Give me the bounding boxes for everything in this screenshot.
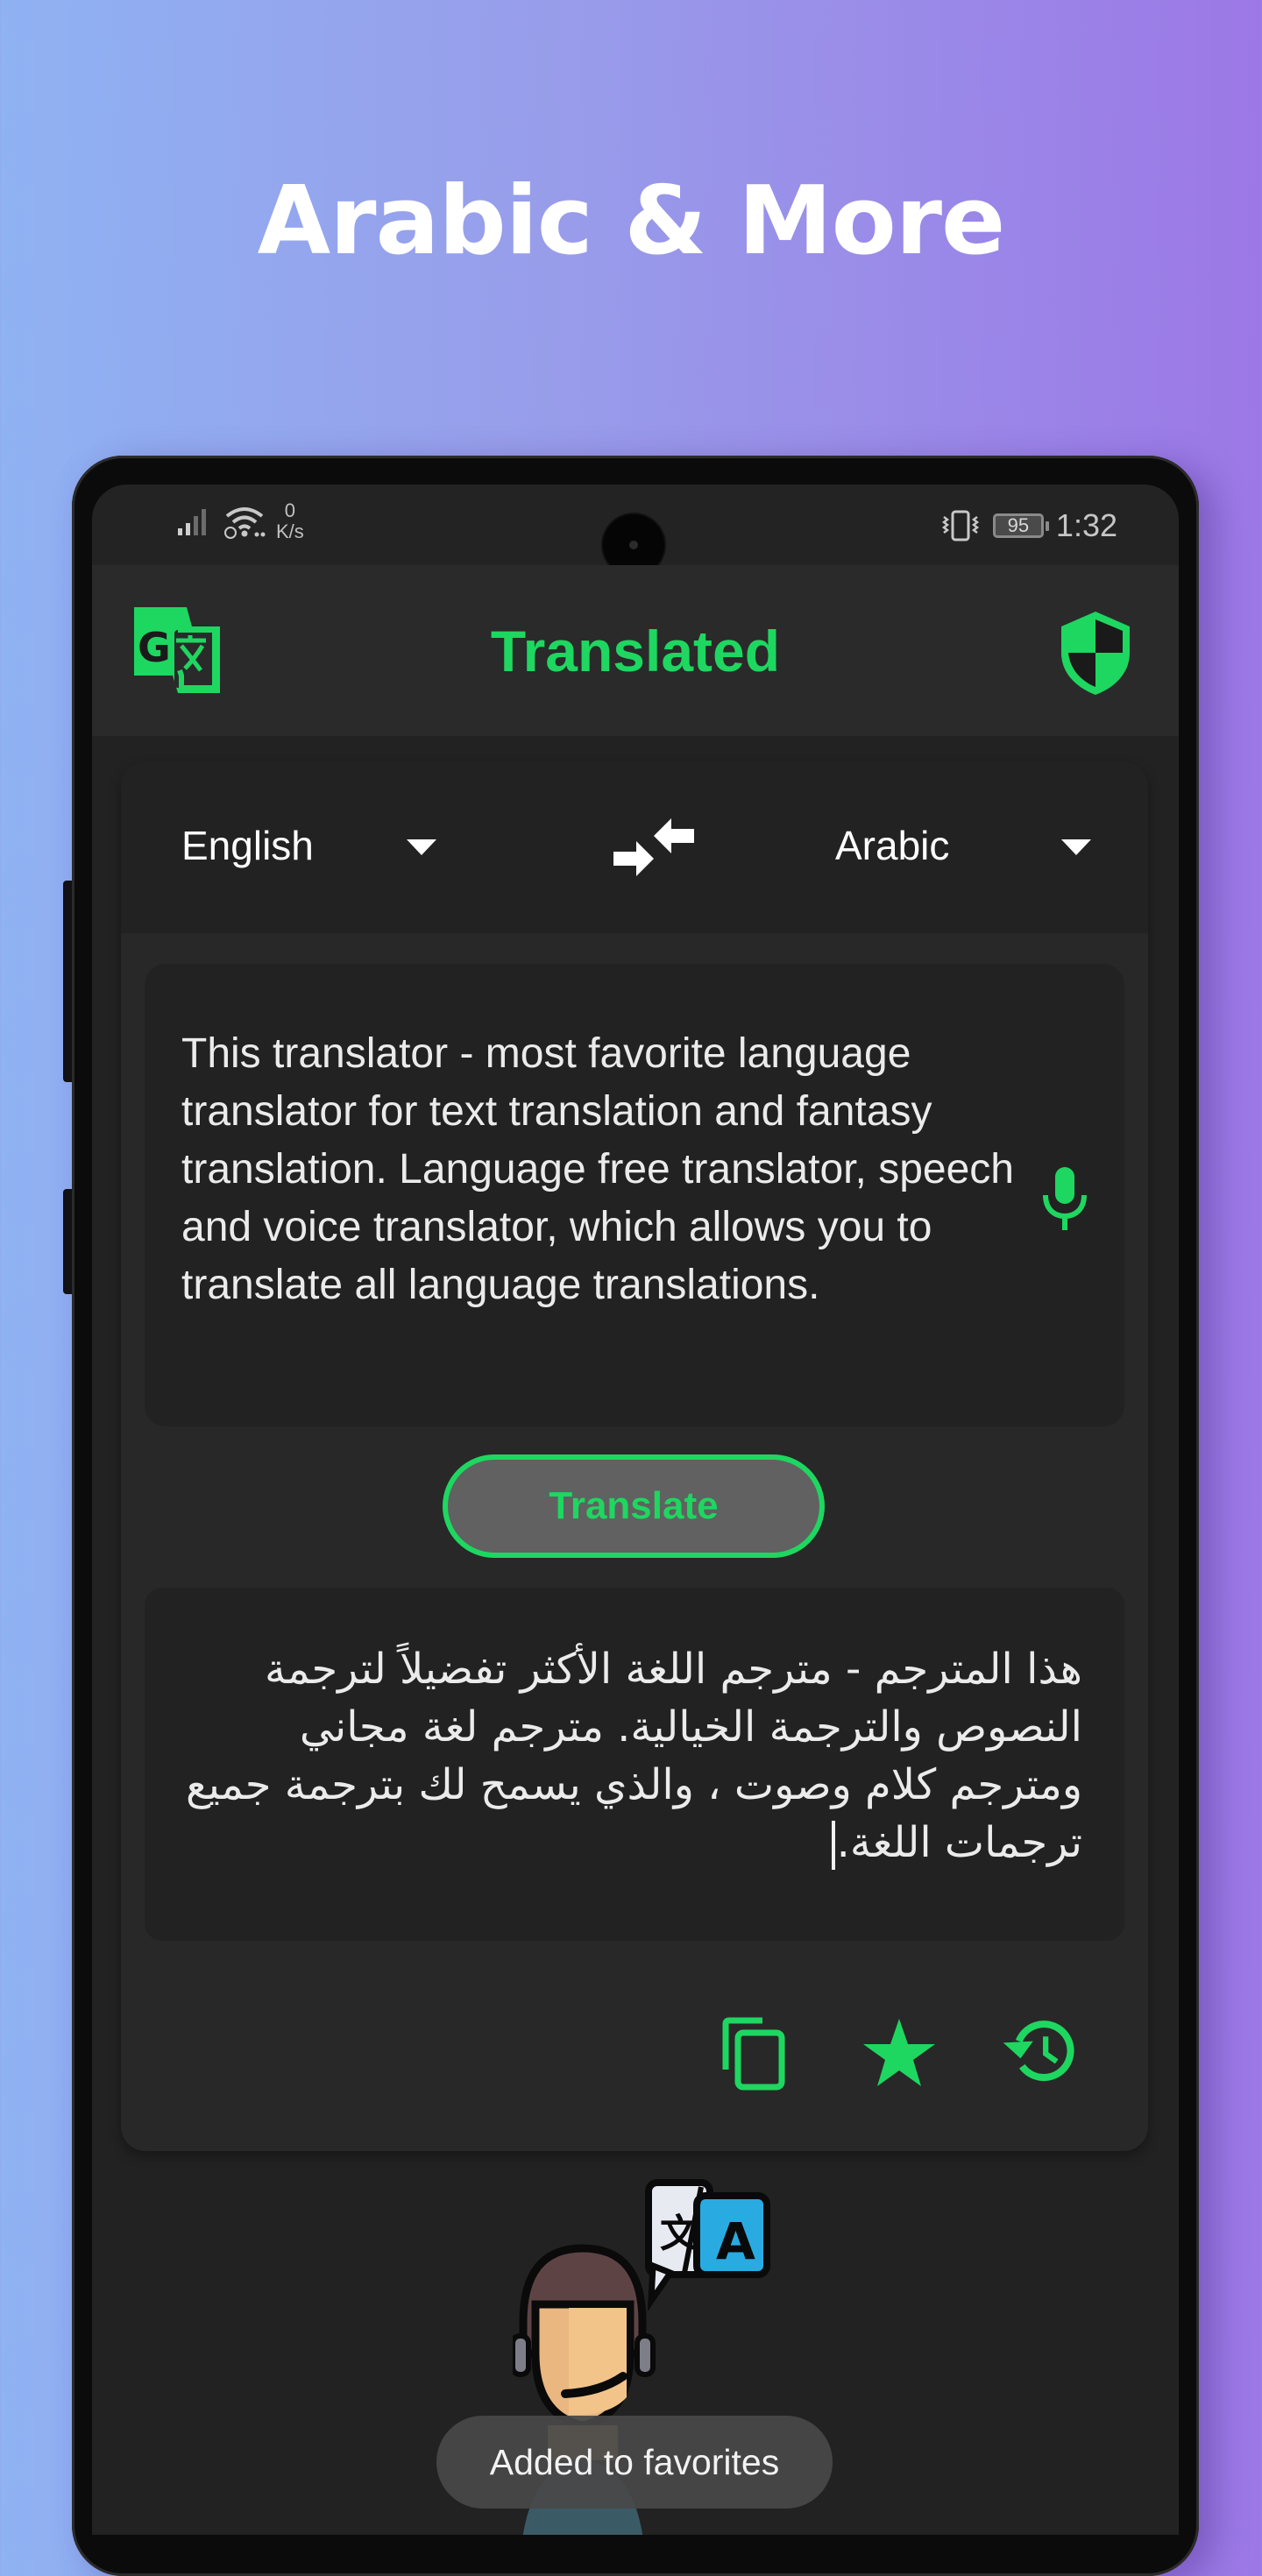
output-actions (121, 2015, 1148, 2103)
translated-text[interactable]: هذا المترجم - مترجم اللغة الأكثر تفضيلاً… (171, 1640, 1082, 1872)
source-language-select[interactable]: English (181, 822, 314, 869)
app-screen: 0 K/s 95 1:32 G Translated English Arabi… (92, 485, 1179, 2535)
chevron-down-icon[interactable] (1061, 839, 1091, 855)
status-time: 1:32 (1055, 507, 1117, 543)
microphone-icon[interactable] (1039, 1164, 1091, 1234)
translator-card: English Arabic This translator - most fa… (121, 762, 1148, 2151)
target-language-select[interactable]: Arabic (835, 822, 949, 869)
toast-notification: Added to favorites (436, 2416, 833, 2509)
source-text[interactable]: This translator - most favorite language… (181, 1025, 1014, 1314)
translated-text-output[interactable]: هذا المترجم - مترجم اللغة الأكثر تفضيلاً… (145, 1588, 1124, 1941)
translate-button[interactable]: Translate (443, 1454, 825, 1558)
chevron-down-icon[interactable] (407, 839, 436, 855)
svg-text:文: 文 (660, 2212, 698, 2256)
swap-arrows-icon[interactable] (612, 813, 696, 881)
copy-icon[interactable] (717, 2015, 792, 2091)
signal-icon (178, 509, 206, 535)
text-caret (831, 1821, 835, 1870)
app-bar: G Translated (92, 565, 1179, 736)
battery-indicator: 95 (992, 513, 1049, 538)
app-title: Translated (490, 619, 781, 683)
svg-text:A: A (716, 2212, 755, 2271)
wifi-icon (224, 507, 266, 539)
source-text-input[interactable]: This translator - most favorite language… (145, 964, 1124, 1426)
language-selector-row: English Arabic (121, 762, 1148, 933)
shield-icon[interactable] (1058, 609, 1133, 697)
star-icon[interactable] (861, 2015, 937, 2091)
network-speed: 0 K/s (276, 499, 304, 542)
vibrate-icon (941, 510, 980, 541)
hero-title: Arabic & More (257, 166, 1006, 276)
history-icon[interactable] (1002, 2015, 1077, 2091)
status-bar: 0 K/s 95 1:32 (92, 485, 1179, 576)
